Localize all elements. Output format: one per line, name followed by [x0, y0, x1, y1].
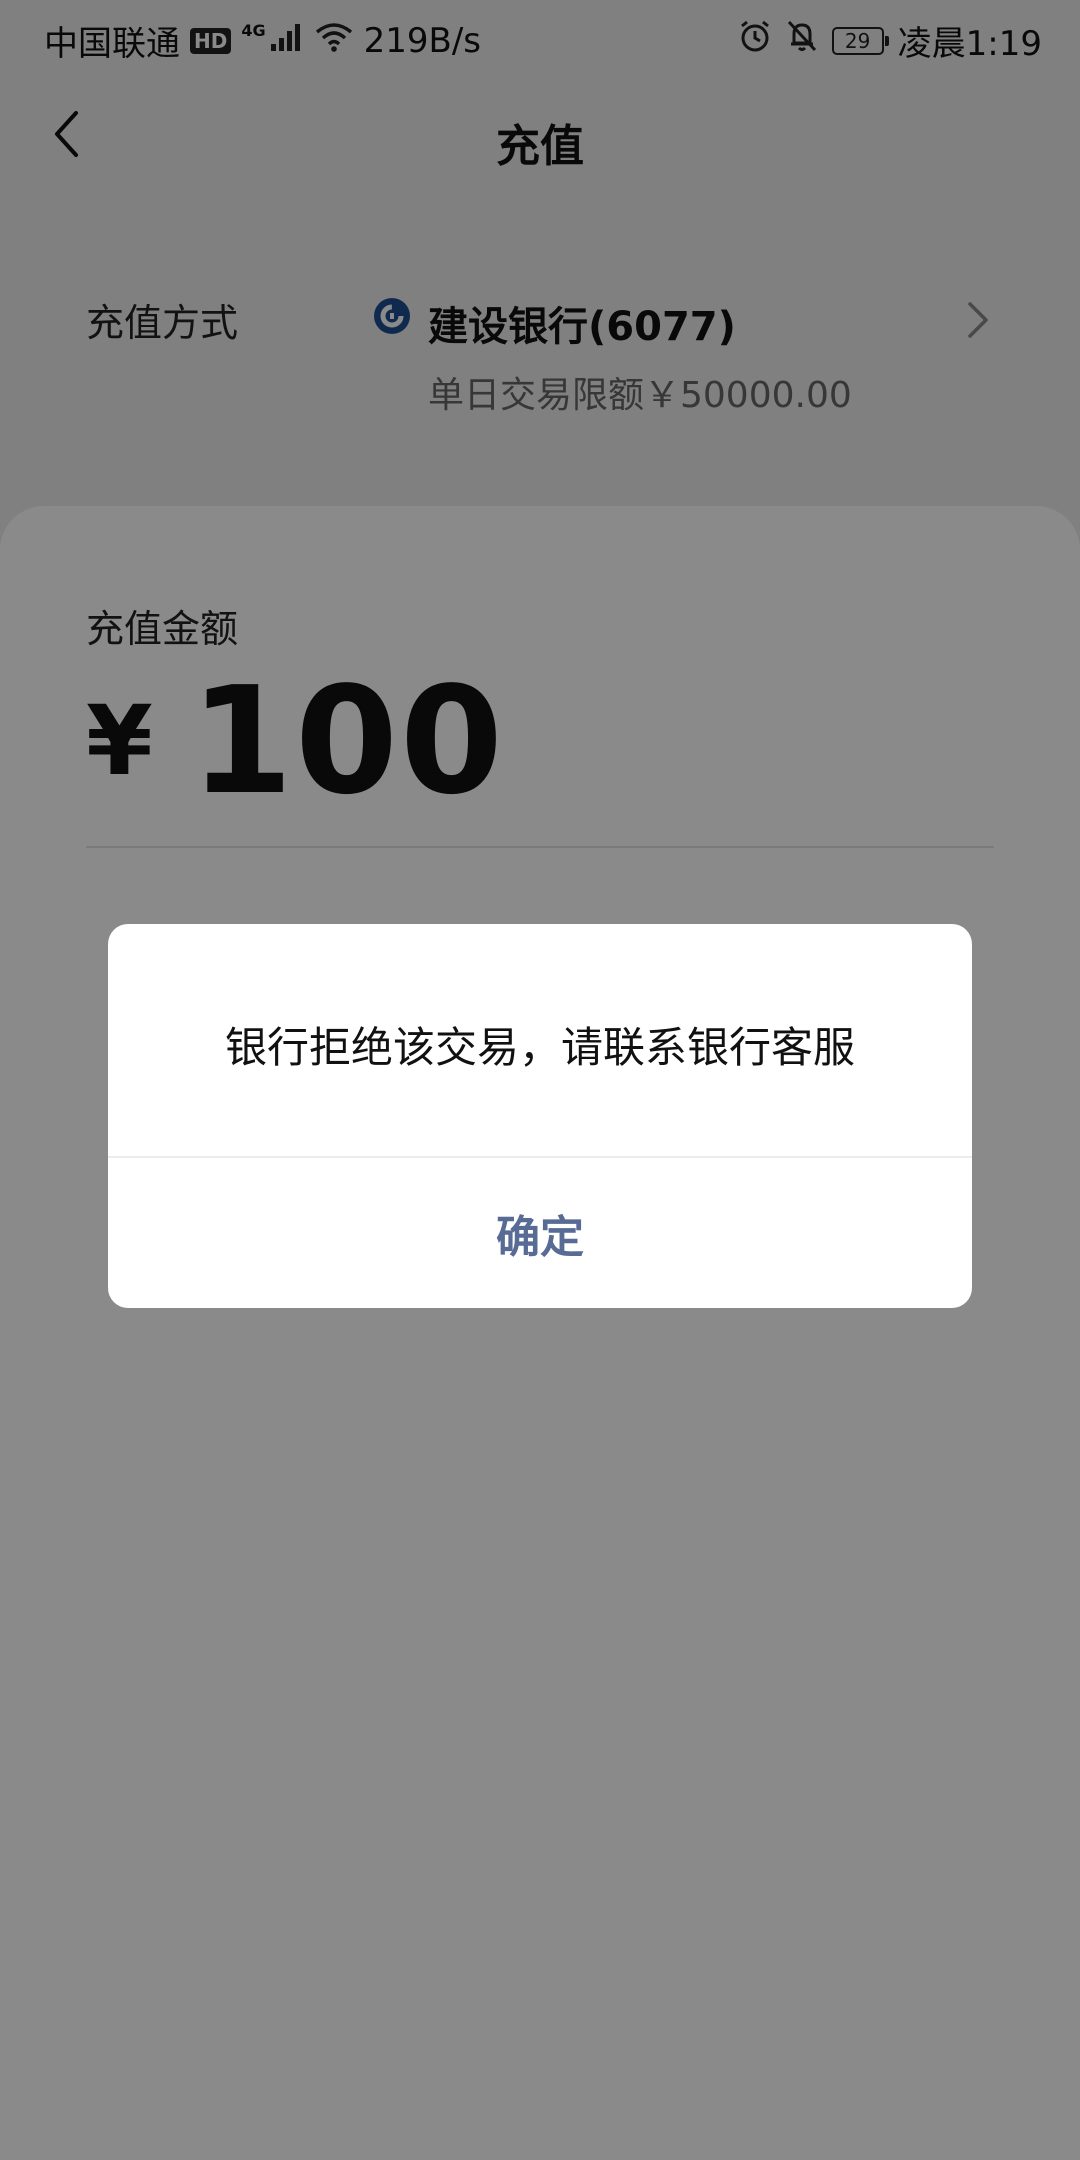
- alert-dialog: 银行拒绝该交易，请联系银行客服 确定: [108, 924, 972, 1308]
- dialog-message: 银行拒绝该交易，请联系银行客服: [224, 1023, 855, 1072]
- confirm-button[interactable]: 确定: [108, 1158, 972, 1308]
